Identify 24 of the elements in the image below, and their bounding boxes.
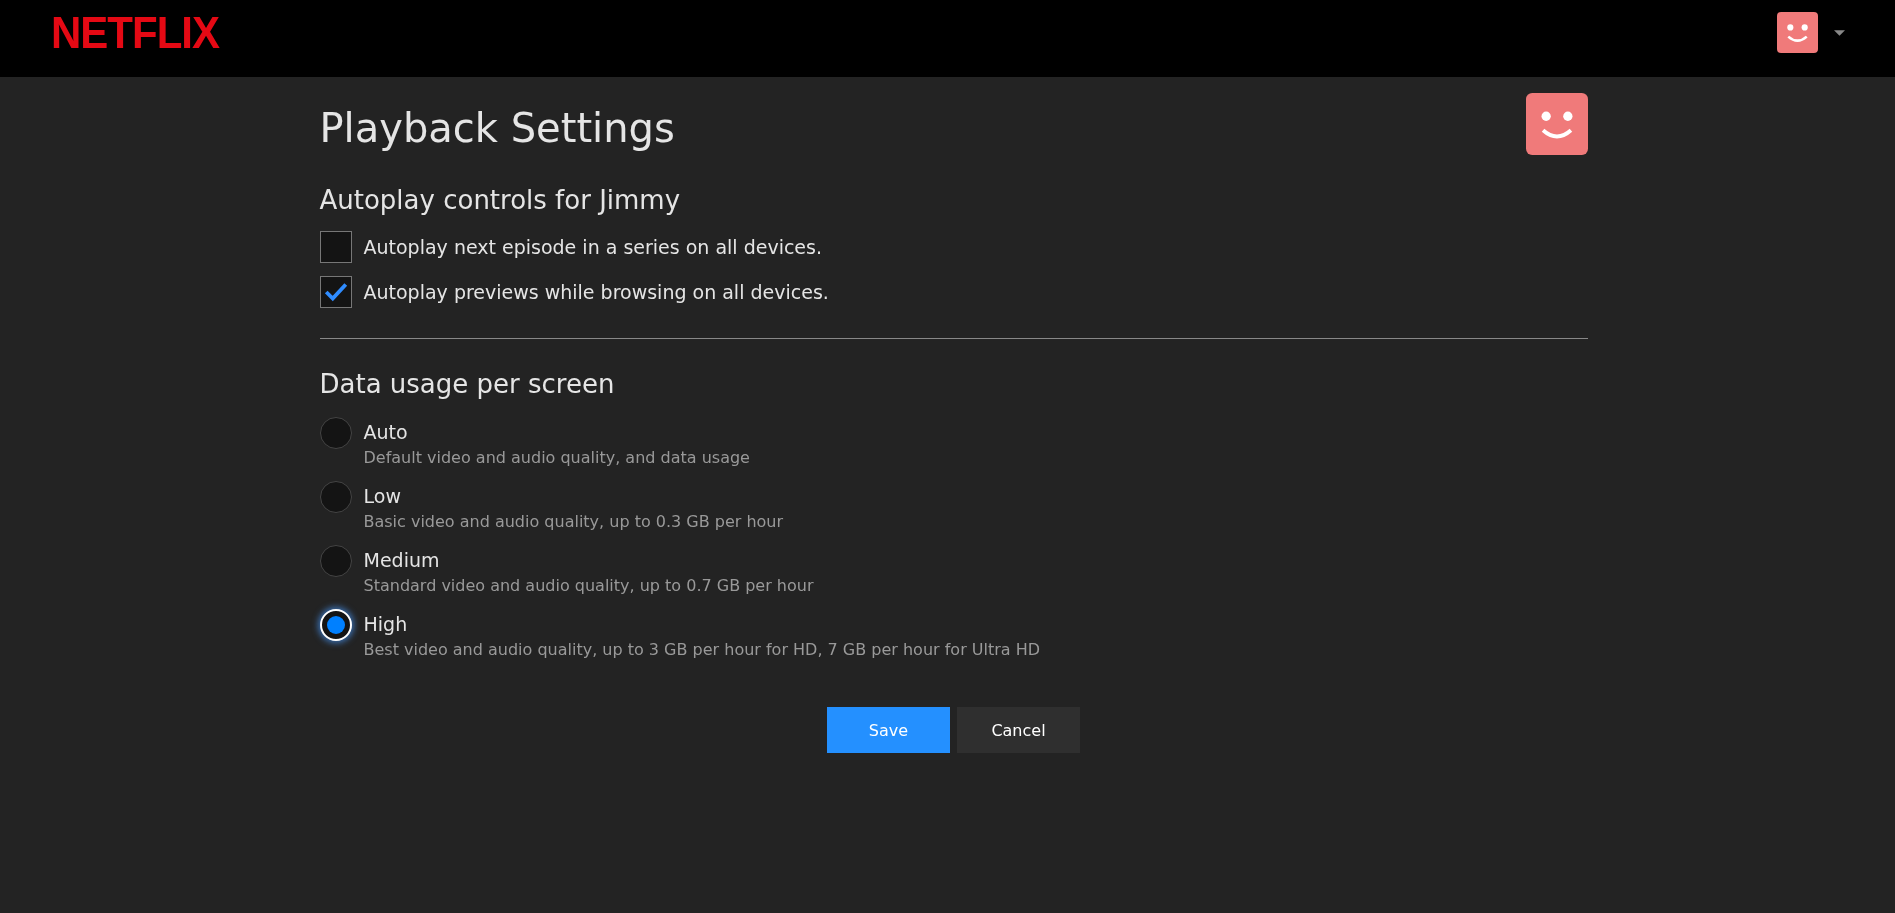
- radio-button[interactable]: [319, 417, 352, 449]
- option-description: Basic video and audio quality, up to 0.3 GB per hour: [363, 512, 784, 531]
- option-description: Best video and audio quality, up to 3 GB per hour for HD, 7 GB per hour for Ultra HD: [363, 640, 1041, 659]
- checkbox[interactable]: [319, 276, 352, 308]
- option-description: Standard video and audio quality, up to 0.7 GB per hour: [363, 576, 814, 595]
- radio-label: High: [363, 613, 409, 635]
- logo[interactable]: NETFLIX: [51, 7, 219, 58]
- radio-label: Low: [363, 485, 402, 507]
- profile-avatar-icon[interactable]: [1777, 12, 1818, 53]
- radio-label: Auto: [363, 421, 409, 443]
- option-description: Default video and audio quality, and data usage: [363, 448, 750, 467]
- radio-button[interactable]: [319, 481, 352, 513]
- checkbox[interactable]: [319, 231, 352, 263]
- radio-label: Medium: [363, 549, 441, 571]
- checkbox-label: Autoplay previews while browsing on all devices.: [363, 281, 829, 303]
- profile-avatar-icon: [1525, 93, 1588, 155]
- checkbox-label: Autoplay next episode in a series on all devices.: [363, 236, 822, 258]
- section-heading: Autoplay controls for Jimmy: [319, 185, 682, 215]
- page-title: Playback Settings: [319, 105, 675, 151]
- section-heading: Data usage per screen: [319, 369, 616, 399]
- save-button[interactable]: Save: [827, 707, 950, 753]
- cancel-button[interactable]: Cancel: [957, 707, 1080, 753]
- caret-icon[interactable]: [1834, 29, 1845, 36]
- radio-button[interactable]: [319, 545, 352, 577]
